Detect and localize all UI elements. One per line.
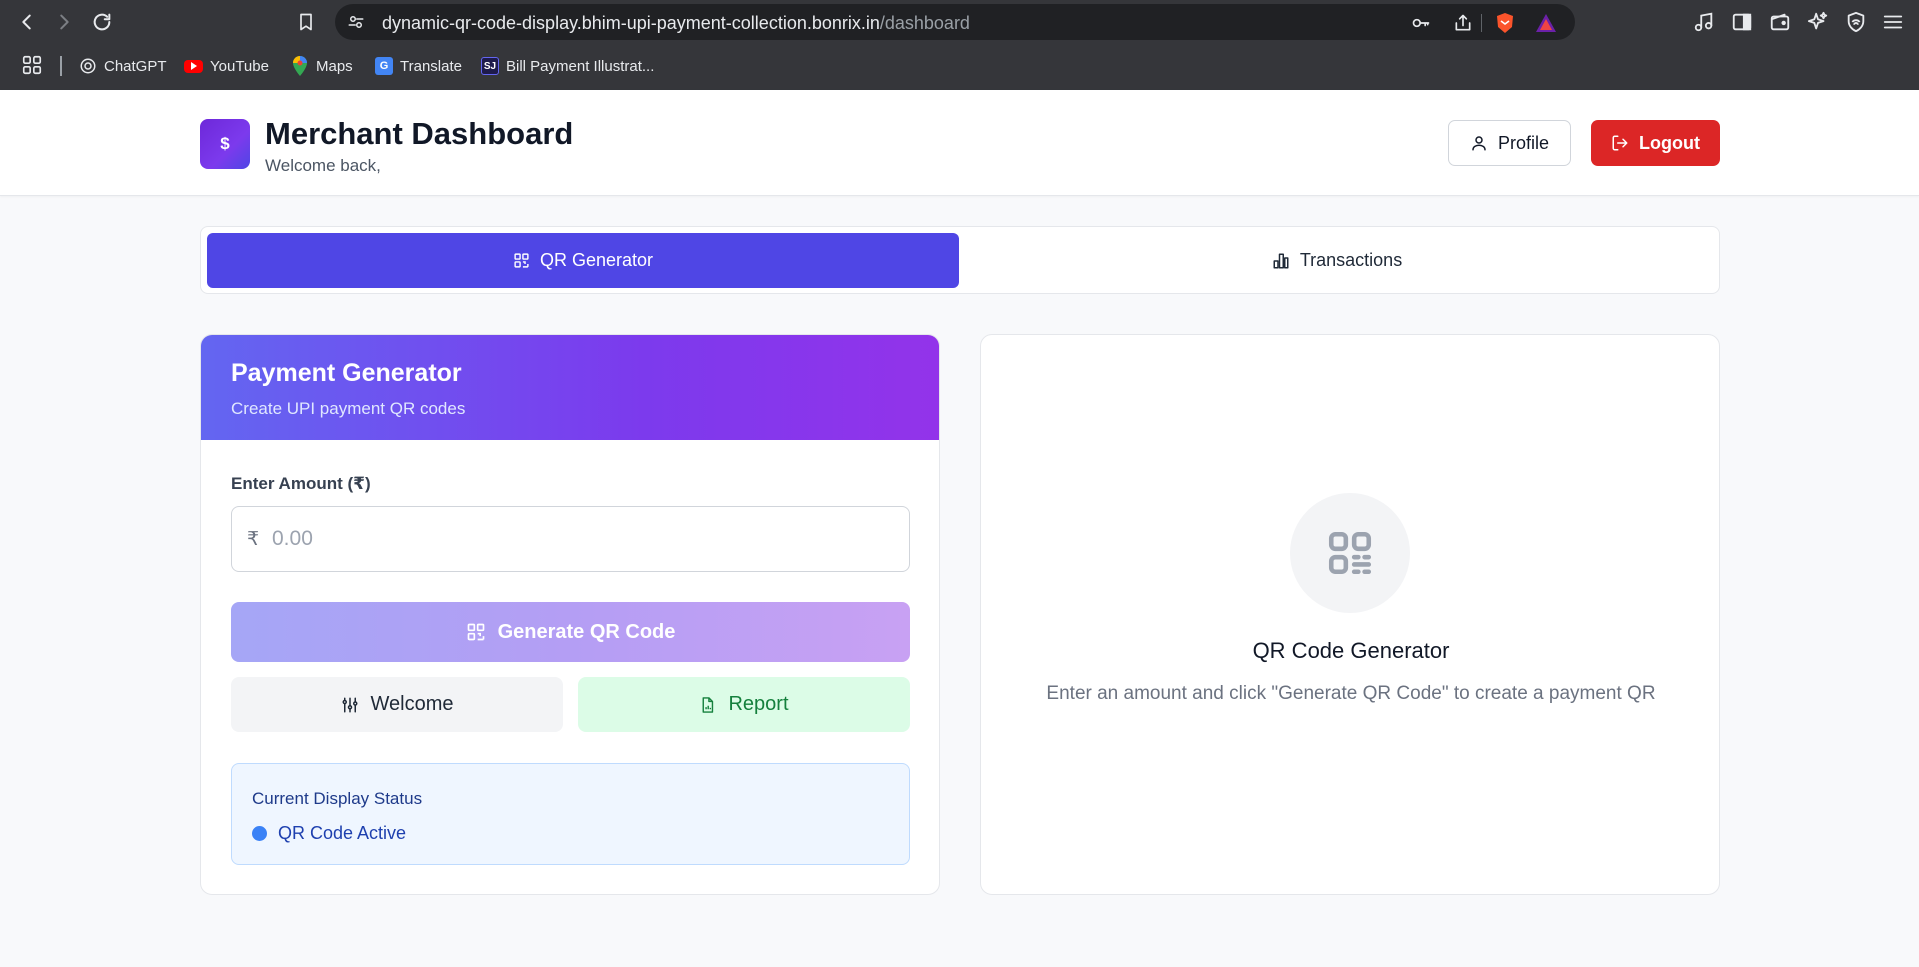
- logout-button[interactable]: Logout: [1591, 120, 1720, 166]
- maps-icon: [291, 56, 309, 76]
- status-title: Current Display Status: [252, 789, 423, 808]
- card-title: Payment Generator: [231, 359, 462, 387]
- tab-label: Transactions: [1299, 250, 1403, 270]
- bookmark-bill-payment[interactable]: SJ Bill Payment Illustrat...: [481, 54, 654, 78]
- profile-label: Profile: [1497, 132, 1550, 153]
- url-host: dynamic-qr-code-display.bhim-upi-payment…: [382, 13, 880, 33]
- brave-shield-icon[interactable]: [1494, 12, 1516, 34]
- forward-button[interactable]: [50, 8, 78, 36]
- status-text: QR Code Active: [278, 823, 407, 843]
- reload-button[interactable]: [88, 8, 116, 36]
- payment-generator-card: Payment Generator Create UPI payment QR …: [200, 334, 940, 895]
- rupee-icon: ₹: [247, 529, 260, 550]
- preview-description: Enter an amount and click "Generate QR C…: [1046, 683, 1656, 704]
- qr-code-icon: [1328, 531, 1372, 575]
- share-icon[interactable]: [1452, 12, 1474, 34]
- bookmark-icon[interactable]: [292, 8, 320, 36]
- bookmark-label: Bill Payment Illustrat...: [506, 57, 655, 75]
- url-path: /dashboard: [879, 13, 970, 33]
- merchant-logo: $: [200, 119, 250, 169]
- apps-grid-icon[interactable]: [21, 54, 43, 76]
- sidebar-icon[interactable]: [1730, 10, 1754, 34]
- dashboard-tabs: QR Generator Transactions: [200, 226, 1720, 294]
- tab-label: QR Generator: [539, 250, 654, 270]
- brave-rewards-icon[interactable]: [1535, 12, 1557, 34]
- back-button[interactable]: [13, 8, 41, 36]
- translate-icon: G: [375, 57, 393, 75]
- bill-payment-icon: SJ: [481, 57, 499, 75]
- welcome-label: Welcome: [370, 693, 454, 715]
- browser-chrome: dynamic-qr-code-display.bhim-upi-payment…: [0, 0, 1919, 90]
- generate-label: Generate QR Code: [497, 620, 676, 643]
- wallet-icon[interactable]: [1768, 10, 1792, 34]
- chatgpt-icon: [79, 57, 97, 75]
- user-icon: [1472, 136, 1486, 151]
- amount-input[interactable]: [272, 517, 892, 561]
- bookmark-label: Translate: [400, 57, 462, 75]
- status-indicator: QR Code Active: [252, 823, 406, 844]
- tab-transactions[interactable]: Transactions: [961, 233, 1713, 288]
- bookmarks-divider: [60, 56, 62, 76]
- bookmark-label: YouTube: [210, 57, 269, 75]
- address-bar[interactable]: dynamic-qr-code-display.bhim-upi-payment…: [335, 4, 1575, 40]
- bookmark-translate[interactable]: G Translate: [375, 54, 462, 78]
- qr-icon: [467, 623, 484, 641]
- dashboard-header: $ Merchant Dashboard Welcome back, Profi…: [0, 90, 1919, 196]
- bar-chart-icon: [1273, 253, 1289, 268]
- browser-toolbar: dynamic-qr-code-display.bhim-upi-payment…: [0, 0, 1919, 44]
- key-icon[interactable]: [1410, 12, 1432, 34]
- bookmark-chatgpt[interactable]: ChatGPT: [79, 54, 167, 78]
- omnibox-divider: [1481, 14, 1482, 32]
- bookmark-label: Maps: [316, 57, 353, 75]
- qr-preview-card: QR Code Generator Enter an amount and cl…: [980, 334, 1720, 895]
- url-text[interactable]: dynamic-qr-code-display.bhim-upi-payment…: [382, 13, 970, 34]
- card-subtitle: Create UPI payment QR codes: [231, 399, 466, 418]
- qr-placeholder: [1290, 493, 1410, 613]
- bookmark-youtube[interactable]: YouTube: [184, 54, 269, 78]
- tab-qr-generator[interactable]: QR Generator: [207, 233, 959, 288]
- page-title: Merchant Dashboard: [265, 116, 574, 151]
- amount-field: ₹: [231, 506, 910, 572]
- amount-label: Enter Amount (₹): [231, 474, 371, 493]
- display-status-panel: Current Display Status QR Code Active: [231, 763, 910, 865]
- card-header: Payment Generator Create UPI payment QR …: [201, 335, 939, 440]
- media-icon[interactable]: [1692, 10, 1716, 34]
- bookmarks-bar: ChatGPT YouTube Maps G Translate SJ Bill…: [0, 50, 1919, 82]
- report-file-icon: [703, 696, 714, 713]
- report-label: Report: [728, 693, 789, 715]
- sliders-icon: [342, 697, 357, 712]
- vpn-shield-icon[interactable]: [1844, 10, 1868, 34]
- youtube-icon: [184, 59, 203, 73]
- logout-label: Logout: [1639, 132, 1700, 153]
- profile-button[interactable]: Profile: [1448, 120, 1571, 166]
- welcome-button[interactable]: Welcome: [231, 677, 563, 732]
- logout-icon: [1612, 135, 1628, 151]
- qr-icon: [514, 253, 529, 268]
- preview-title: QR Code Generator: [1252, 638, 1450, 663]
- menu-icon[interactable]: [1881, 10, 1905, 34]
- bookmark-label: ChatGPT: [104, 57, 167, 75]
- bookmark-maps[interactable]: Maps: [291, 54, 353, 78]
- generate-qr-button[interactable]: Generate QR Code: [231, 602, 910, 662]
- status-dot: [252, 826, 267, 841]
- report-button[interactable]: Report: [578, 677, 910, 732]
- welcome-text: Welcome back,: [265, 156, 381, 175]
- site-settings-icon[interactable]: [347, 13, 365, 31]
- leo-ai-icon[interactable]: [1806, 10, 1830, 34]
